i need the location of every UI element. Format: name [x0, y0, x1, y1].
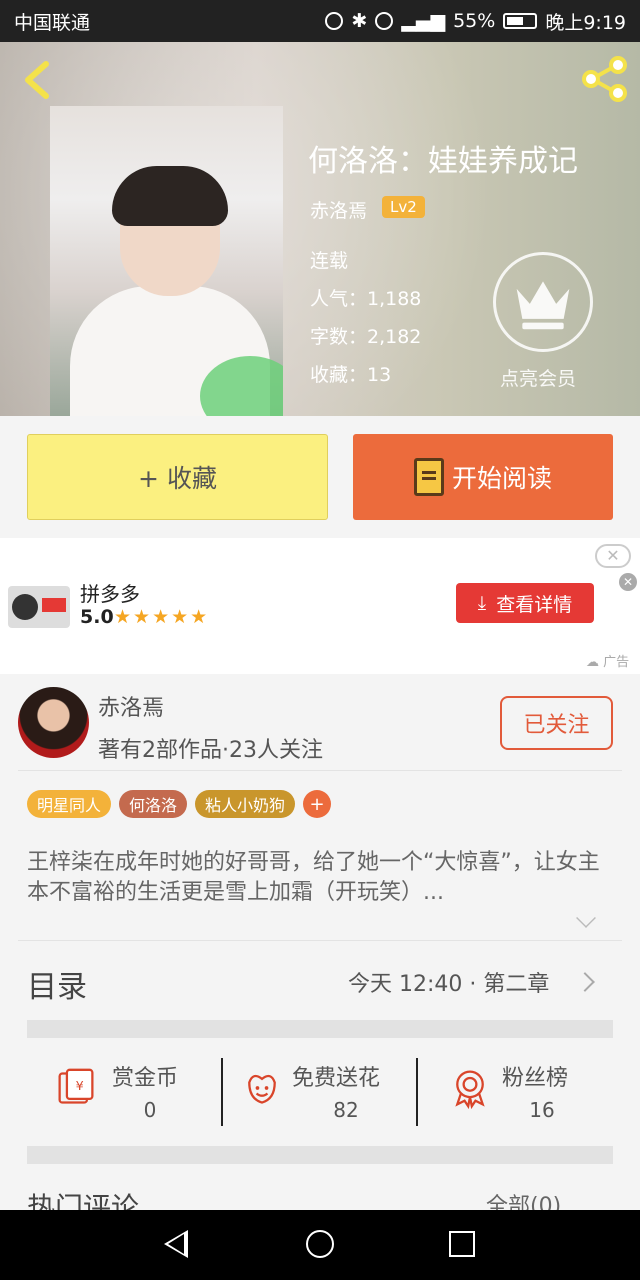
book-word-count: 字数：2,182 — [310, 326, 422, 348]
battery-icon — [503, 13, 538, 29]
follow-button[interactable]: 已关注 — [500, 696, 613, 750]
carrier-label: 中国联通 — [14, 11, 91, 34]
section-separator — [27, 1020, 613, 1038]
stat-divider — [221, 1058, 223, 1126]
back-arrow-icon[interactable] — [18, 58, 58, 102]
signal-icon: ▂▄▆ — [401, 10, 446, 32]
book-favorites: 收藏：13 — [310, 364, 392, 386]
add-tag-button[interactable]: + — [303, 790, 332, 818]
stat-label: 粉丝榜 — [502, 1066, 569, 1091]
nav-recent-apps-icon[interactable] — [449, 1231, 475, 1257]
ad-details-label: 查看详情 — [496, 593, 573, 616]
bluetooth-icon: ✱ — [351, 10, 368, 32]
divider — [18, 940, 622, 941]
book-cover-image[interactable] — [50, 106, 283, 416]
svg-text:¥: ¥ — [76, 1078, 84, 1093]
collect-button[interactable]: + 收藏 — [27, 434, 328, 520]
clock: 晚上9:19 — [545, 11, 626, 34]
author-avatar[interactable] — [18, 687, 89, 758]
book-status: 连载 — [310, 250, 349, 272]
divider — [18, 770, 622, 771]
book-title: 何洛洛：娃娃养成记 — [308, 144, 578, 179]
coin-envelope-icon: ¥ — [58, 1068, 94, 1104]
status-icons: ✱ ▂▄▆ 55% 晚上9:19 — [325, 8, 626, 35]
book-popularity: 人气：1,188 — [310, 288, 422, 310]
book-author[interactable]: 赤洛焉 — [310, 196, 367, 223]
stat-free-flowers[interactable]: 免费送花 82 — [242, 1058, 412, 1126]
ad-stars: ★★★★★ — [114, 606, 210, 628]
author-info: 著有2部作品·23人关注 — [98, 738, 323, 763]
toc-latest-chapter[interactable]: 今天 12:40 · 第二章 — [348, 966, 549, 998]
tag-list: 明星同人 何洛洛 粘人小奶狗 + — [27, 790, 332, 818]
stat-divider — [416, 1058, 418, 1126]
book-icon — [413, 458, 444, 496]
flower-icon — [248, 1074, 276, 1104]
stat-reward-coins[interactable]: ¥ 赏金币 0 — [56, 1058, 216, 1126]
start-reading-label: 开始阅读 — [451, 464, 552, 493]
author-level-badge: Lv2 — [382, 196, 425, 218]
ad-thumbnail[interactable] — [8, 586, 70, 628]
section-separator — [27, 1146, 613, 1164]
share-icon[interactable] — [580, 54, 630, 104]
stat-label: 赏金币 — [112, 1066, 179, 1091]
ad-details-button[interactable]: ⤓ 查看详情 — [456, 583, 594, 623]
download-icon: ⤓ — [477, 592, 487, 614]
status-bar: 中国联通 ✱ ▂▄▆ 55% 晚上9:19 — [0, 0, 640, 42]
nav-back-icon[interactable] — [164, 1230, 188, 1258]
battery-percent: 55% — [453, 10, 496, 32]
vip-label[interactable]: 点亮会员 — [500, 364, 576, 391]
author-name[interactable]: 赤洛焉 — [98, 690, 164, 722]
ad-tag-label: 广告 — [603, 655, 630, 670]
nav-home-icon[interactable] — [306, 1230, 334, 1258]
book-description[interactable]: 王梓柒在成年时她的好哥哥，给了她一个“大惊喜”，让女主本不富裕的生活更是雪上加霜… — [27, 848, 613, 908]
hotspot-icon — [325, 12, 344, 30]
stat-fan-ranking[interactable]: 粉丝榜 16 — [450, 1058, 610, 1126]
toc-label[interactable]: 目录 — [27, 962, 87, 1006]
ad-tag: ☁ 广告 — [586, 655, 630, 670]
start-reading-button[interactable]: 开始阅读 — [353, 434, 613, 520]
ad-app-name: 拼多多 — [80, 582, 140, 606]
stat-value: 0 — [143, 1098, 157, 1122]
tag-item[interactable]: 何洛洛 — [119, 790, 188, 818]
tag-item[interactable]: 明星同人 — [27, 790, 112, 818]
crown-icon[interactable] — [493, 252, 593, 352]
stat-label: 免费送花 — [292, 1066, 381, 1091]
stat-value: 16 — [529, 1098, 555, 1122]
ad-rating: 5.0 — [80, 606, 114, 628]
ad-close-icon[interactable]: ✕ — [595, 544, 631, 568]
alarm-icon — [375, 12, 394, 30]
ad-dismiss-icon[interactable]: ✕ — [619, 573, 637, 591]
medal-icon — [455, 1070, 485, 1110]
tag-item[interactable]: 粘人小奶狗 — [195, 790, 296, 818]
stat-value: 82 — [333, 1098, 359, 1122]
